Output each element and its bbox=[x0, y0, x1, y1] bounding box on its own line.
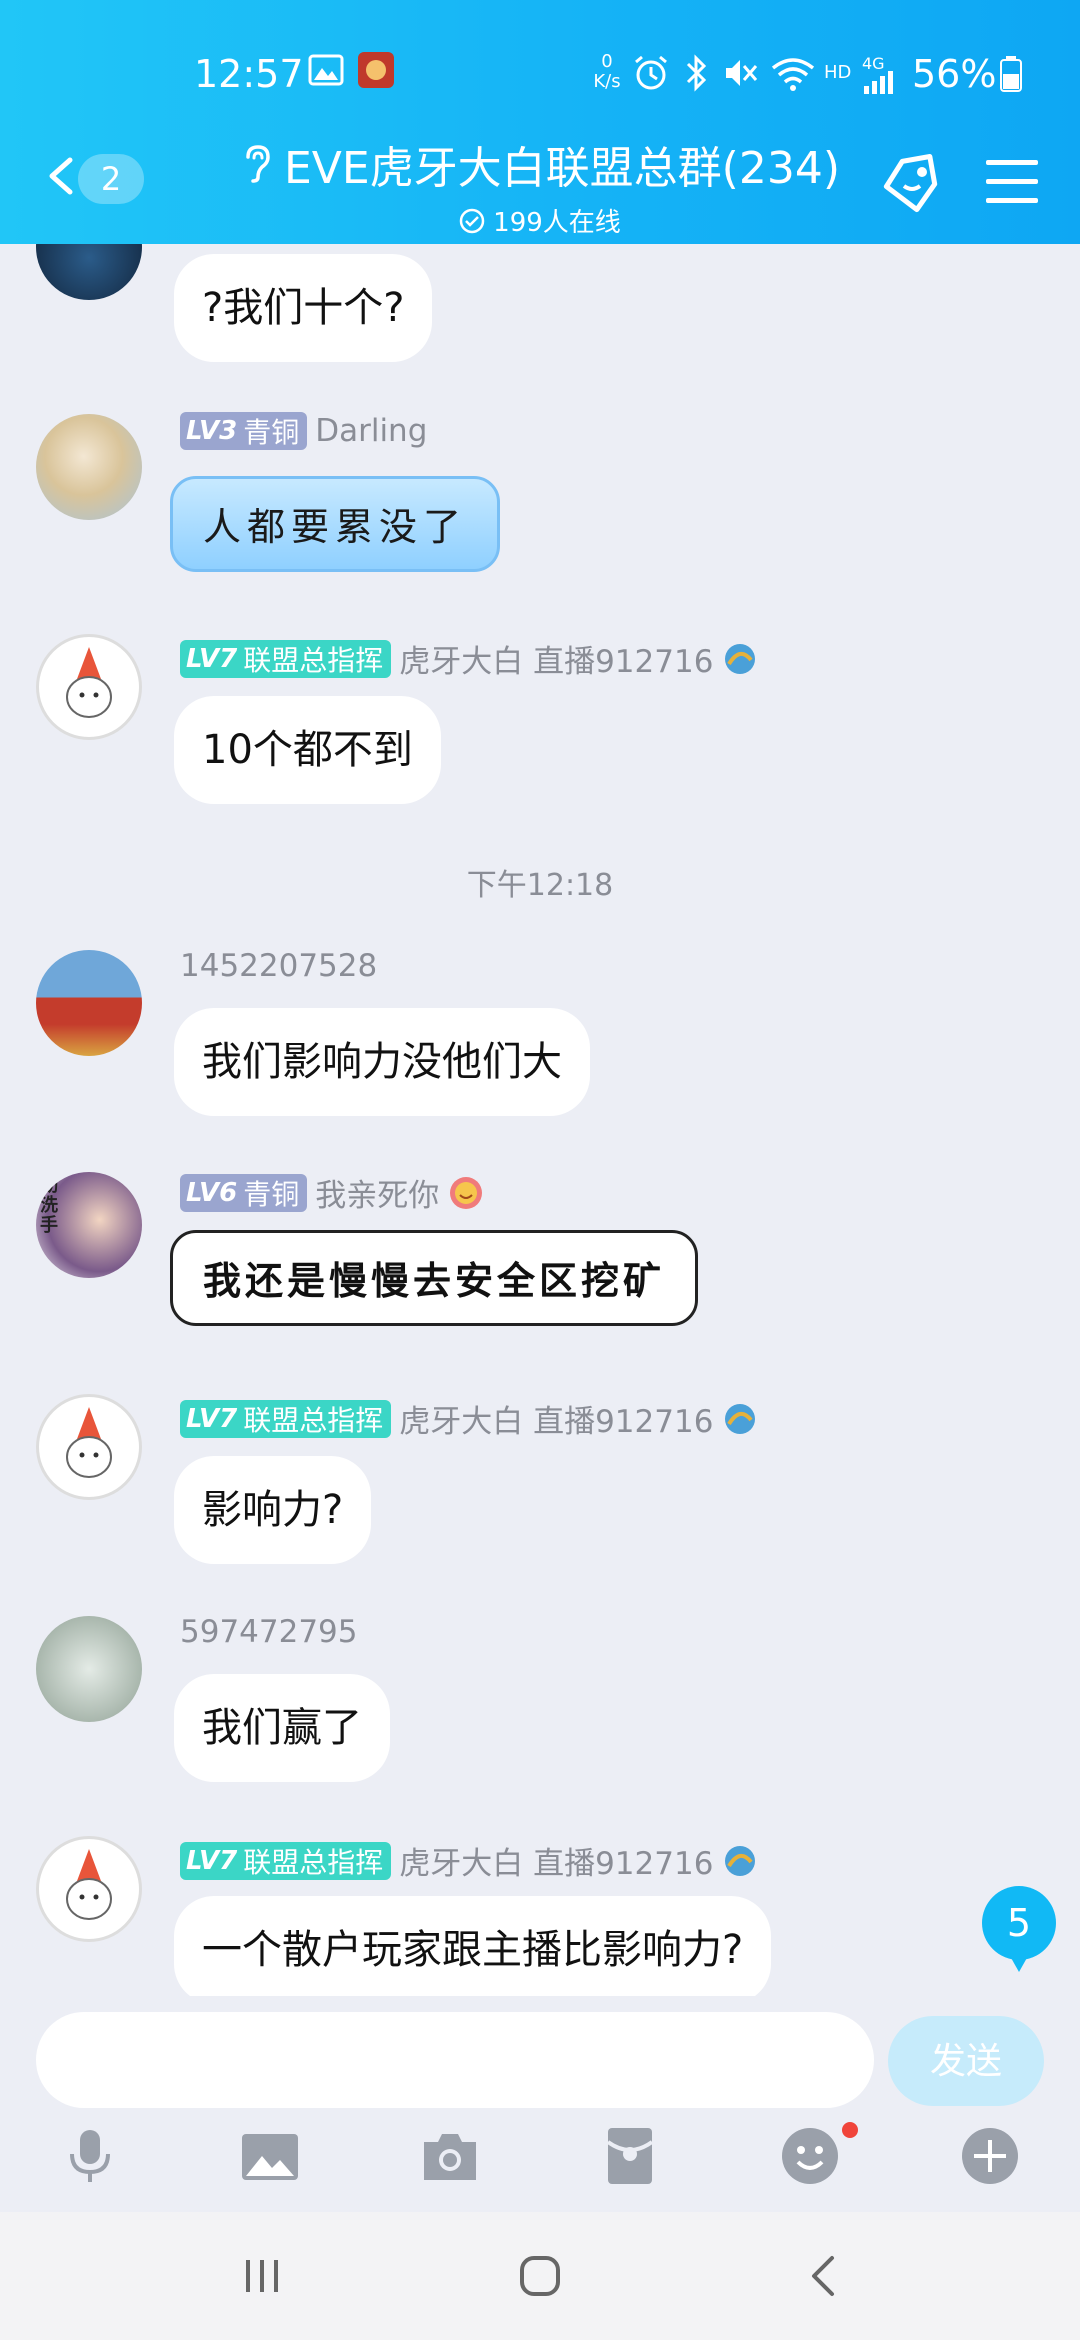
input-bar: 发送 bbox=[0, 1996, 1080, 2212]
sender-name[interactable]: 虎牙大白 直播912716 bbox=[399, 1838, 713, 1883]
group-title: EVE虎牙大白联盟总群(234) bbox=[283, 143, 840, 194]
avatar[interactable]: 勤洗手 bbox=[36, 1172, 142, 1278]
send-button[interactable]: 发送 bbox=[888, 2016, 1044, 2106]
sender-meta: LV7 联盟总指挥 虎牙大白 直播912716 bbox=[180, 1396, 759, 1441]
sender-name[interactable]: Darling bbox=[315, 413, 427, 449]
message-bubble[interactable]: 我们赢了 bbox=[174, 1674, 390, 1782]
message-bubble[interactable]: 人都要累没了 bbox=[170, 476, 501, 572]
mute-icon bbox=[726, 60, 758, 86]
red-packet-icon[interactable] bbox=[598, 2124, 662, 2188]
message-bubble[interactable]: 10个都不到 bbox=[174, 696, 441, 804]
level-badge: LV7 联盟总指挥 bbox=[180, 639, 392, 678]
avatar[interactable] bbox=[36, 414, 142, 520]
bluetooth-icon bbox=[686, 54, 707, 92]
sender-meta: LV7 联盟总指挥 虎牙大白 直播912716 bbox=[180, 636, 759, 681]
rank-text: 青铜 bbox=[243, 1177, 300, 1211]
avatar[interactable] bbox=[36, 1616, 142, 1722]
signal-icon bbox=[864, 71, 893, 94]
avatar-mascot-icon bbox=[66, 1849, 112, 1920]
alarm-icon bbox=[635, 55, 667, 90]
status-bar: 12:57 0 K/s HD 4G 56% bbox=[0, 40, 1080, 110]
recent-apps-icon[interactable] bbox=[238, 2252, 286, 2300]
sender-meta: LV7 联盟总指挥 虎牙大白 直播912716 bbox=[180, 1838, 759, 1883]
message-bubble[interactable]: 我们影响力没他们大 bbox=[174, 1008, 590, 1116]
level-badge: LV6 青铜 bbox=[180, 1173, 308, 1212]
message-bubble[interactable]: 一个散户玩家跟主播比影响力? bbox=[174, 1896, 772, 1996]
sender-meta: LV3 青铜 Darling bbox=[180, 412, 427, 450]
gallery-notification-icon bbox=[308, 54, 344, 86]
message-list[interactable]: ?我们十个? LV3 青铜 Darling 人都要累没了 LV7 联盟总指挥 虎… bbox=[0, 244, 1080, 1996]
system-nav-bar bbox=[0, 2212, 1080, 2340]
avatar[interactable] bbox=[36, 950, 142, 1056]
sender-name[interactable]: 虎牙大白 直播912716 bbox=[399, 636, 713, 681]
timestamp: 下午12:18 bbox=[466, 868, 614, 903]
sender-meta: 1452207528 bbox=[180, 948, 377, 984]
emoji-notification-dot bbox=[842, 2122, 858, 2138]
new-messages-badge[interactable]: 5 bbox=[982, 1886, 1056, 1972]
image-icon[interactable] bbox=[238, 2124, 302, 2188]
online-check-icon bbox=[459, 208, 485, 233]
avatar[interactable] bbox=[36, 244, 142, 300]
message-bubble[interactable]: 影响力? bbox=[174, 1456, 372, 1564]
battery-percent: 56% bbox=[912, 52, 997, 96]
rank-text: 联盟总指挥 bbox=[243, 1403, 384, 1437]
dragon-badge-icon bbox=[725, 643, 756, 674]
level-badge: LV3 青铜 bbox=[180, 412, 308, 450]
avatar[interactable] bbox=[36, 634, 142, 740]
level-text: LV6 bbox=[186, 1177, 238, 1208]
net-speed: 0 K/s bbox=[592, 52, 622, 92]
title-block[interactable]: EVE虎牙大白联盟总群(234) 199人在线 bbox=[220, 132, 860, 239]
rank-text: 联盟总指挥 bbox=[243, 1845, 384, 1879]
group-tag-icon[interactable] bbox=[876, 146, 948, 218]
avatar[interactable] bbox=[36, 1836, 142, 1942]
menu-icon[interactable] bbox=[976, 146, 1048, 218]
sender-name[interactable]: 1452207528 bbox=[180, 948, 377, 984]
app-notification-icon bbox=[358, 52, 394, 88]
sender-name[interactable]: 我亲死你 bbox=[315, 1170, 439, 1215]
message-bubble[interactable]: ?我们十个? bbox=[174, 254, 433, 362]
message-bubble[interactable]: 我还是慢慢去安全区挖矿 bbox=[170, 1230, 699, 1326]
ear-icon bbox=[246, 145, 270, 183]
wifi-icon bbox=[771, 58, 815, 91]
avatar-mascot-icon bbox=[66, 1407, 112, 1478]
header: 12:57 0 K/s HD 4G 56% 2 EVE虎牙大白联盟总群(234)… bbox=[0, 0, 1080, 244]
level-text: LV3 bbox=[186, 416, 238, 446]
rank-text: 联盟总指挥 bbox=[243, 643, 384, 677]
home-icon[interactable] bbox=[516, 2252, 564, 2300]
avatar-mascot-icon bbox=[66, 647, 112, 718]
online-count: 199人在线 bbox=[493, 208, 621, 238]
level-text: LV7 bbox=[186, 1845, 238, 1876]
sender-meta: 597472795 bbox=[180, 1614, 358, 1650]
level-badge: LV7 联盟总指挥 bbox=[180, 1399, 392, 1438]
level-badge: LV7 联盟总指挥 bbox=[180, 1841, 392, 1880]
level-text: LV7 bbox=[186, 1403, 238, 1434]
avatar[interactable] bbox=[36, 1394, 142, 1500]
microphone-icon[interactable] bbox=[58, 2124, 122, 2188]
emoji-icon[interactable] bbox=[778, 2124, 842, 2188]
unread-count-badge[interactable]: 2 bbox=[78, 154, 144, 204]
net-speed-unit: K/s bbox=[593, 71, 621, 92]
level-text: LV7 bbox=[186, 643, 238, 674]
dragon-badge-icon bbox=[725, 1403, 756, 1434]
rank-text: 青铜 bbox=[243, 416, 300, 449]
status-time: 12:57 bbox=[194, 52, 304, 96]
back-nav-icon[interactable] bbox=[800, 2252, 848, 2300]
chevron-left-icon bbox=[49, 157, 73, 195]
smile-badge-icon bbox=[450, 1176, 483, 1209]
sender-name[interactable]: 虎牙大白 直播912716 bbox=[399, 1396, 713, 1441]
plus-icon[interactable] bbox=[958, 2124, 1022, 2188]
net-speed-value: 0 bbox=[601, 51, 613, 72]
avatar-sticker-text: 勤洗手 bbox=[40, 1175, 58, 1236]
sender-name[interactable]: 597472795 bbox=[180, 1614, 358, 1650]
hd-label: HD bbox=[824, 62, 852, 83]
battery-icon bbox=[1000, 56, 1022, 92]
camera-icon[interactable] bbox=[418, 2124, 482, 2188]
dragon-badge-icon bbox=[725, 1845, 756, 1876]
message-input[interactable] bbox=[36, 2012, 874, 2108]
sender-meta: LV6 青铜 我亲死你 bbox=[180, 1170, 485, 1215]
